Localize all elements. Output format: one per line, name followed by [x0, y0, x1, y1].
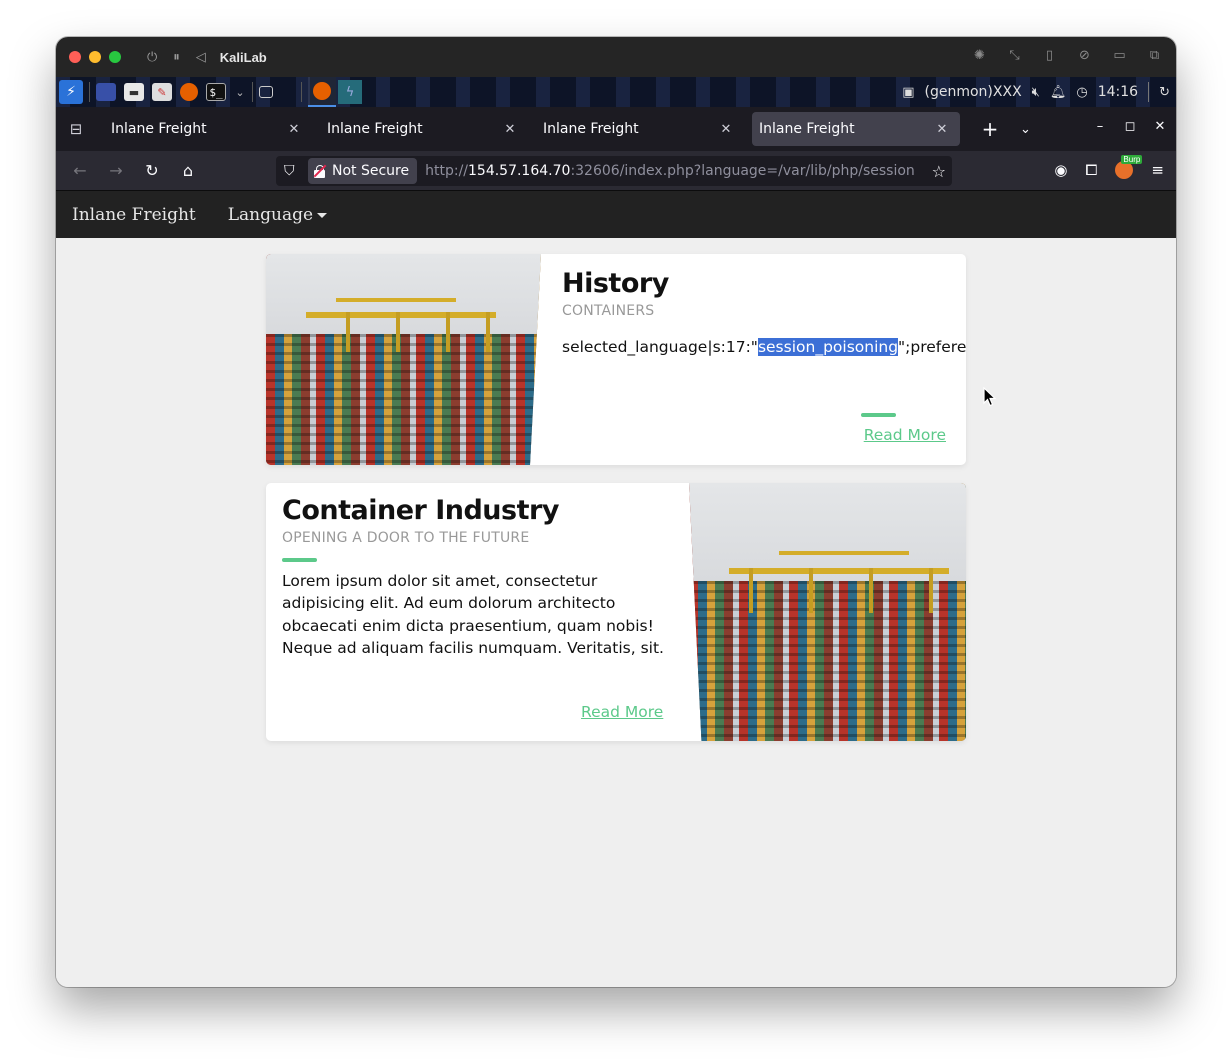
container-port-image: [266, 254, 541, 465]
url-text[interactable]: http://154.57.164.70:32606/index.php?lan…: [425, 163, 915, 179]
workspace-icon[interactable]: [259, 86, 273, 98]
browser-tab[interactable]: Inlane Freight ✕: [104, 112, 312, 146]
reload-button[interactable]: ↻: [134, 161, 170, 180]
extensions-icon[interactable]: ⧠: [1085, 161, 1097, 179]
close-icon[interactable]: ✕: [286, 122, 302, 137]
close-icon[interactable]: ✕: [718, 122, 734, 137]
close-icon[interactable]: ✕: [934, 122, 950, 137]
burp-task-icon[interactable]: ϟ: [338, 80, 362, 104]
browser-tab[interactable]: Inlane Freight ✕: [536, 112, 744, 146]
pause-icon[interactable]: ⏸: [173, 50, 180, 65]
session-output-text: selected_language|s:17:"session_poisonin…: [562, 338, 966, 356]
power-icon[interactable]: ⏻: [147, 50, 157, 65]
browser-tab-active[interactable]: Inlane Freight ✕: [752, 112, 960, 146]
close-icon[interactable]: ✕: [502, 122, 518, 137]
card-title: History: [562, 268, 669, 299]
container-port-image: [689, 483, 966, 741]
terminal-icon[interactable]: $_: [206, 83, 226, 101]
file-manager-icon[interactable]: ▬: [124, 83, 144, 101]
read-more-link[interactable]: Read More: [864, 426, 946, 444]
card-title: Container Industry: [282, 495, 559, 526]
back-triangle-icon[interactable]: ◁: [196, 50, 206, 65]
burp-extension-icon[interactable]: Burp: [1115, 155, 1143, 179]
desktop-panel: ⚡ ▬ ✎ $_ ⌄ ϟ ▣ (genmon)XXX 🔇︎ 🔔︎ ◷ 14:16…: [56, 77, 1176, 107]
monitor-icon: ▣: [902, 84, 915, 100]
clock-icon: ◷: [1076, 84, 1088, 100]
url-bar[interactable]: ⛉ Not Secure http://154.57.164.70:32606/…: [276, 156, 952, 186]
language-dropdown[interactable]: Language: [228, 205, 328, 225]
container-industry-card: Container Industry OPENING A DOOR TO THE…: [266, 483, 966, 741]
shield-icon[interactable]: ⛉: [284, 163, 302, 179]
chevron-down-icon[interactable]: ⌄: [234, 83, 246, 101]
tab-overview-icon[interactable]: ⊟: [56, 120, 96, 138]
selected-text: session_poisoning: [757, 338, 899, 356]
tab-strip: ⊟ Inlane Freight ✕ Inlane Freight ✕ Inla…: [56, 107, 1176, 151]
not-secure-badge[interactable]: Not Secure: [308, 158, 418, 184]
resize-icon[interactable]: ⤡: [1007, 48, 1022, 63]
bell-icon[interactable]: 🔔︎: [1050, 85, 1067, 100]
card-text: Lorem ipsum dolor sit amet, consectetur …: [282, 572, 664, 657]
windows-icon[interactable]: ⧉: [1147, 48, 1162, 63]
vm-titlebar: ⏻ ⏸ ◁ KaliLab ✺ ⤡ ▯ ⊘ ▭ ⧉: [56, 37, 1176, 77]
close-window-button[interactable]: [69, 51, 81, 63]
vm-title: KaliLab: [219, 49, 267, 65]
site-navbar: Inlane Freight Language: [56, 191, 1176, 238]
list-all-tabs-button[interactable]: ⌄: [1020, 122, 1031, 137]
web-page: Inlane Freight Language History CONTAINE…: [56, 191, 1176, 987]
bookmark-star-icon[interactable]: ☆: [932, 162, 946, 181]
caret-down-icon: [317, 212, 328, 218]
navigation-toolbar: ← → ↻ ⌂ ⛉ Not Secure http://154.57.164.7…: [56, 151, 1176, 191]
accent-bar: [861, 413, 896, 417]
window-controls: [69, 51, 121, 63]
network-icon[interactable]: ⊘: [1077, 48, 1092, 63]
accent-bar: [282, 558, 317, 562]
usb-icon[interactable]: ▯: [1042, 48, 1057, 63]
home-button[interactable]: ⌂: [170, 161, 206, 180]
new-tab-button[interactable]: +: [980, 117, 1000, 141]
minimize-window-button[interactable]: [89, 51, 101, 63]
card-subtitle: OPENING A DOOR TO THE FUTURE: [282, 530, 530, 546]
site-brand[interactable]: Inlane Freight: [72, 205, 196, 225]
insecure-lock-icon: [313, 164, 327, 178]
back-button[interactable]: ←: [62, 161, 98, 180]
brightness-icon[interactable]: ✺: [972, 48, 987, 63]
genmon-label: (genmon)XXX: [924, 84, 1022, 100]
firefox-task-icon[interactable]: [308, 77, 336, 107]
firefox-launcher-icon[interactable]: [180, 83, 198, 101]
folder-icon[interactable]: ▭: [1112, 48, 1127, 63]
text-editor-icon[interactable]: ✎: [152, 83, 172, 101]
minimize-icon[interactable]: –: [1094, 119, 1106, 134]
desktop-icon[interactable]: [96, 83, 116, 101]
kali-menu-icon[interactable]: ⚡: [59, 80, 83, 104]
forward-button[interactable]: →: [98, 161, 134, 180]
menu-icon[interactable]: ≡: [1151, 161, 1164, 179]
maximize-icon[interactable]: ◻: [1124, 119, 1136, 134]
history-card: History CONTAINERS selected_language|s:1…: [266, 254, 966, 465]
read-more-link[interactable]: Read More: [581, 703, 663, 721]
close-icon[interactable]: ✕: [1154, 119, 1166, 134]
vm-window: ⏻ ⏸ ◁ KaliLab ✺ ⤡ ▯ ⊘ ▭ ⧉ ⚡ ▬ ✎ $_ ⌄ ϟ ▣…: [56, 37, 1176, 987]
mute-icon[interactable]: 🔇︎: [1032, 85, 1040, 100]
clock-time[interactable]: 14:16: [1098, 84, 1138, 100]
card-subtitle: CONTAINERS: [562, 303, 655, 319]
refresh-icon[interactable]: ↻: [1159, 85, 1170, 100]
account-icon[interactable]: ◉: [1054, 161, 1067, 179]
zoom-window-button[interactable]: [109, 51, 121, 63]
browser-tab[interactable]: Inlane Freight ✕: [320, 112, 528, 146]
